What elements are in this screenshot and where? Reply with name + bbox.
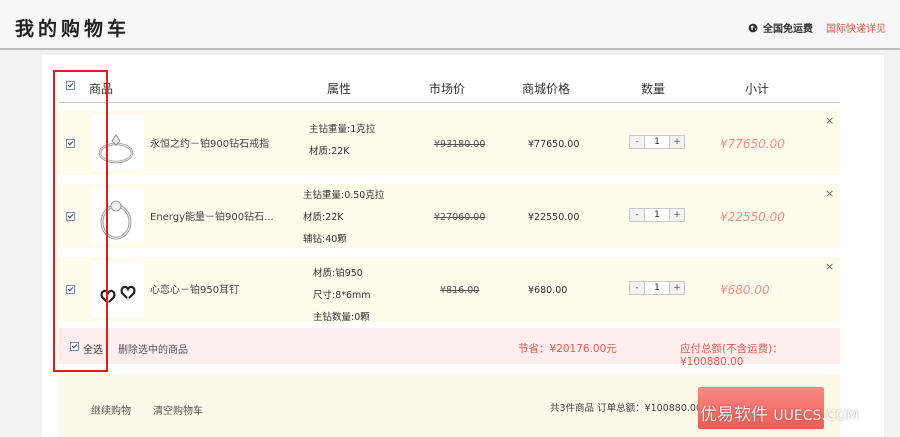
market-price: ¥816.00: [440, 285, 480, 296]
item-subtotal: ¥22550.00: [720, 210, 785, 224]
quantity-stepper: - 1 +: [629, 281, 685, 295]
attribute-line: 材质:22K: [309, 146, 350, 157]
product-attributes: 主钻重量:1克拉 材质:22K: [309, 119, 375, 163]
decrease-button[interactable]: -: [630, 282, 645, 294]
attribute-line: 材质:22K: [303, 212, 344, 223]
mall-price: ¥22550.00: [528, 212, 580, 223]
remove-item-button[interactable]: ×: [825, 260, 834, 273]
increase-button[interactable]: +: [669, 282, 684, 294]
free-shipping-label: 全国免运费: [763, 24, 813, 35]
table-header-divider: [58, 102, 840, 103]
page-title: 我的购物车: [15, 18, 131, 40]
market-price: ¥93180.00: [434, 139, 486, 150]
table-row: 永恒之约－铂900钻石戒指 主钻重量:1克拉 材质:22K ¥93180.00 …: [58, 111, 840, 175]
delete-selected-link[interactable]: 删除选中的商品: [118, 341, 188, 356]
item-subtotal: ¥77650.00: [720, 137, 785, 151]
globe-icon: [748, 23, 758, 32]
intl-shipping-link[interactable]: 国际快递详见: [826, 20, 886, 35]
quantity-input[interactable]: 1: [645, 209, 669, 221]
decrease-button[interactable]: -: [630, 209, 645, 221]
column-header-attributes: 属性: [327, 82, 352, 96]
continue-shopping-link[interactable]: 继续购物: [91, 402, 131, 417]
quantity-stepper: - 1 +: [629, 208, 685, 222]
product-name[interactable]: Energy能量－铂900钻石...: [150, 208, 274, 223]
decrease-button[interactable]: -: [630, 136, 645, 148]
column-header-market-price: 市场价: [429, 82, 466, 96]
watermark: 优易软件 UUECS.COM: [700, 400, 859, 425]
mall-price: ¥77650.00: [528, 139, 580, 150]
attribute-line: 材质:铂950: [313, 268, 363, 279]
table-row: Energy能量－铂900钻石... 主钻重量:0.50克拉 材质:22K 辅钻…: [58, 184, 840, 248]
column-header-mall-price: 商城价格: [522, 82, 571, 96]
total-payable: 应付总额(不含运费)：¥100880.00: [680, 343, 783, 368]
increase-button[interactable]: +: [669, 209, 684, 221]
quantity-input[interactable]: 1: [645, 282, 669, 294]
shipping-info: 全国免运费 国际快递详见: [748, 20, 886, 35]
clear-cart-link[interactable]: 清空购物车: [153, 402, 203, 417]
attribute-line: 主钻重量:0.50克拉: [303, 190, 385, 201]
product-name[interactable]: 心恋心－铂950耳钉: [150, 281, 239, 296]
checkbox-column-highlight: [53, 70, 108, 372]
cart-summary-bar: 全选 删除选中的商品 节省：¥20176.00元 应付总额(不含运费)：¥100…: [58, 328, 840, 368]
item-subtotal: ¥680.00: [720, 283, 770, 297]
quantity-input[interactable]: 1: [645, 136, 669, 148]
product-attributes: 材质:铂950 尺寸:8*6mm 主钻数量:0颗: [313, 263, 371, 329]
increase-button[interactable]: +: [669, 136, 684, 148]
table-row: 心恋心－铂950耳钉 材质:铂950 尺寸:8*6mm 主钻数量:0颗 ¥816…: [58, 257, 840, 323]
remove-item-button[interactable]: ×: [825, 187, 834, 200]
attribute-line: 主钻重量:1克拉: [309, 124, 376, 135]
quantity-stepper: - 1 +: [629, 135, 685, 149]
attribute-line: 尺寸:8*6mm: [313, 290, 371, 301]
market-price: ¥27060.00: [434, 212, 486, 223]
product-attributes: 主钻重量:0.50克拉 材质:22K 辅钻:40颗: [303, 185, 384, 251]
header-divider: [0, 48, 900, 50]
column-header-quantity: 数量: [641, 82, 666, 96]
mall-price: ¥680.00: [528, 285, 568, 296]
attribute-line: 辅钻:40颗: [303, 234, 347, 245]
product-name[interactable]: 永恒之约－铂900钻石戒指: [150, 135, 269, 150]
watermark-suffix: UUECS.COM: [773, 408, 859, 424]
order-summary: 共3件商品 订单总额：¥100880.00: [550, 403, 702, 414]
column-header-subtotal: 小计: [745, 82, 770, 96]
watermark-text: 优易软件: [700, 405, 768, 425]
savings-amount: 节省：¥20176.00元: [518, 343, 617, 355]
attribute-line: 主钻数量:0颗: [313, 312, 370, 323]
remove-item-button[interactable]: ×: [825, 114, 834, 127]
